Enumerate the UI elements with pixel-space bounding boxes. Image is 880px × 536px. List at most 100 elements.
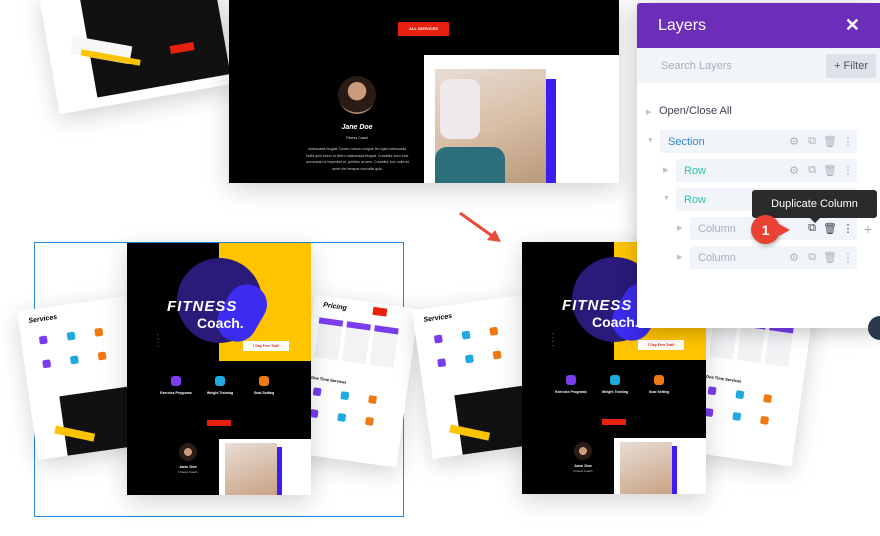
service-icon [464,354,474,364]
feature-title: Weight Training [601,390,629,394]
gear-icon[interactable]: ⚙ [785,135,803,148]
more-icon[interactable]: ⋮ [839,135,857,148]
search-layers-input[interactable] [661,59,801,72]
feature-title: Goal Setting [253,391,275,395]
coach-role: Fitness Coach [345,136,369,140]
layers-panel: Layers ✕ + Filter ▶ Open/Close All ▼ Sect… [637,3,880,328]
open-close-all[interactable]: Open/Close All [659,105,732,117]
service-icon [337,412,347,422]
coach-role: Fitness Coach [573,469,593,473]
coach-bio: malesuada feugiat. Donec rutrum congue l… [306,147,409,171]
gear-icon[interactable]: ⚙ [785,251,803,264]
duplicate-icon[interactable]: ⧉ [803,251,821,264]
more-icon[interactable]: ⋮ [839,251,857,264]
preview-services-card [38,0,233,115]
caret-down-icon[interactable]: ▼ [647,137,654,144]
feature-title: Exercise Programs [555,390,587,394]
caret-right-icon[interactable]: ▶ [663,166,668,174]
duplicate-icon[interactable]: ⧉ [803,135,821,148]
page-preview-top: ALL SERVICES Jane Doe Fitness Coach male… [229,0,619,183]
service-icon [735,390,745,400]
duplicate-icon[interactable]: ⧉ [803,222,821,235]
service-icon [97,351,107,361]
tooltip: Duplicate Column [752,190,877,223]
layer-label: Column [698,251,736,264]
trial-button: 7 Day Free Trail! [243,341,289,351]
caret-down-icon[interactable]: ▼ [663,195,670,202]
gear-icon[interactable]: ⚙ [785,164,803,177]
accent-bar [672,446,677,494]
price-column [313,317,344,361]
service-icon [368,395,378,405]
pricing-title: Pricing [322,301,348,313]
service-icon [437,358,447,368]
trash-icon[interactable]: 🗑 [821,251,839,264]
duplicate-icon[interactable]: ⧉ [803,164,821,177]
accent-bar [277,447,282,495]
service-icon [489,326,499,336]
cta-button [602,419,626,425]
cta-button [207,420,231,426]
coach-name: Jane Doe [574,463,592,468]
feature-icon [610,375,620,385]
hero-title: FITNESS [562,297,633,314]
composition-selected[interactable]: Services Pricing One Time Services FITNESS C… [17,242,419,517]
close-icon[interactable]: ✕ [845,15,860,36]
caret-right-icon[interactable]: ▶ [677,224,682,232]
avatar [574,442,592,460]
feature-icon [215,376,225,386]
feature-icon [566,375,576,385]
service-icon [66,331,76,341]
layers-title: Layers [658,16,707,34]
price-column [341,321,371,365]
layer-row[interactable]: Row ⚙ ⧉ 🗑 ⋮ [676,159,857,182]
services-title: Services [423,312,453,324]
yoga-photo [435,69,546,183]
more-icon[interactable]: ⋮ [839,164,857,177]
slider-dots[interactable]: · · · · [157,332,159,350]
service-icon [732,411,742,421]
coach-role: Fitness Coach [178,470,198,474]
yoga-photo [620,442,672,494]
add-icon[interactable]: + [864,221,872,237]
feature-icon [171,376,181,386]
settings-fab-icon[interactable] [868,316,880,340]
feature-title: Weight Training [206,391,234,395]
service-icon [365,416,375,426]
layer-column[interactable]: Column ⚙⧉🗑⋮ [690,246,857,269]
feature-title: Goal Setting [648,390,670,394]
feature-icon [259,376,269,386]
filter-button[interactable]: + Filter [826,53,876,78]
service-icon [69,355,79,365]
caret-right-icon[interactable]: ▶ [677,253,682,261]
service-icon [492,350,502,360]
layers-search-bar: + Filter [637,48,880,83]
trial-button: 7 Day Free Trail! [638,340,684,350]
service-icon [340,391,350,401]
layer-label: Section [668,135,705,148]
service-icon [707,386,717,396]
coach-name: Jane Doe [341,124,373,131]
caret-right-icon[interactable]: ▶ [646,108,651,116]
more-icon[interactable]: ⋮ [839,222,857,235]
hero-title: FITNESS [167,298,238,315]
trash-icon[interactable]: 🗑 [821,135,839,148]
avatar [179,443,197,461]
step-badge: 1 [751,215,790,244]
feature-icon [654,375,664,385]
service-icon [42,359,52,369]
slider-dots[interactable]: · · · · [552,331,554,349]
one-time-title: One Time Services [705,373,742,384]
service-icon [760,415,770,425]
yoga-photo [225,443,277,495]
service-icon [461,330,471,340]
trash-icon[interactable]: 🗑 [821,222,839,235]
layer-section[interactable]: Section ⚙ ⧉ 🗑 ⋮ [660,130,857,153]
service-icon [38,335,48,345]
all-services-button: ALL SERVICES [398,22,449,36]
coach-name: Jane Doe [179,464,197,469]
hero-subtitle: Coach. [197,315,244,331]
layer-label: Row [684,164,707,177]
services-title: Services [28,313,58,325]
trash-icon[interactable]: 🗑 [821,164,839,177]
